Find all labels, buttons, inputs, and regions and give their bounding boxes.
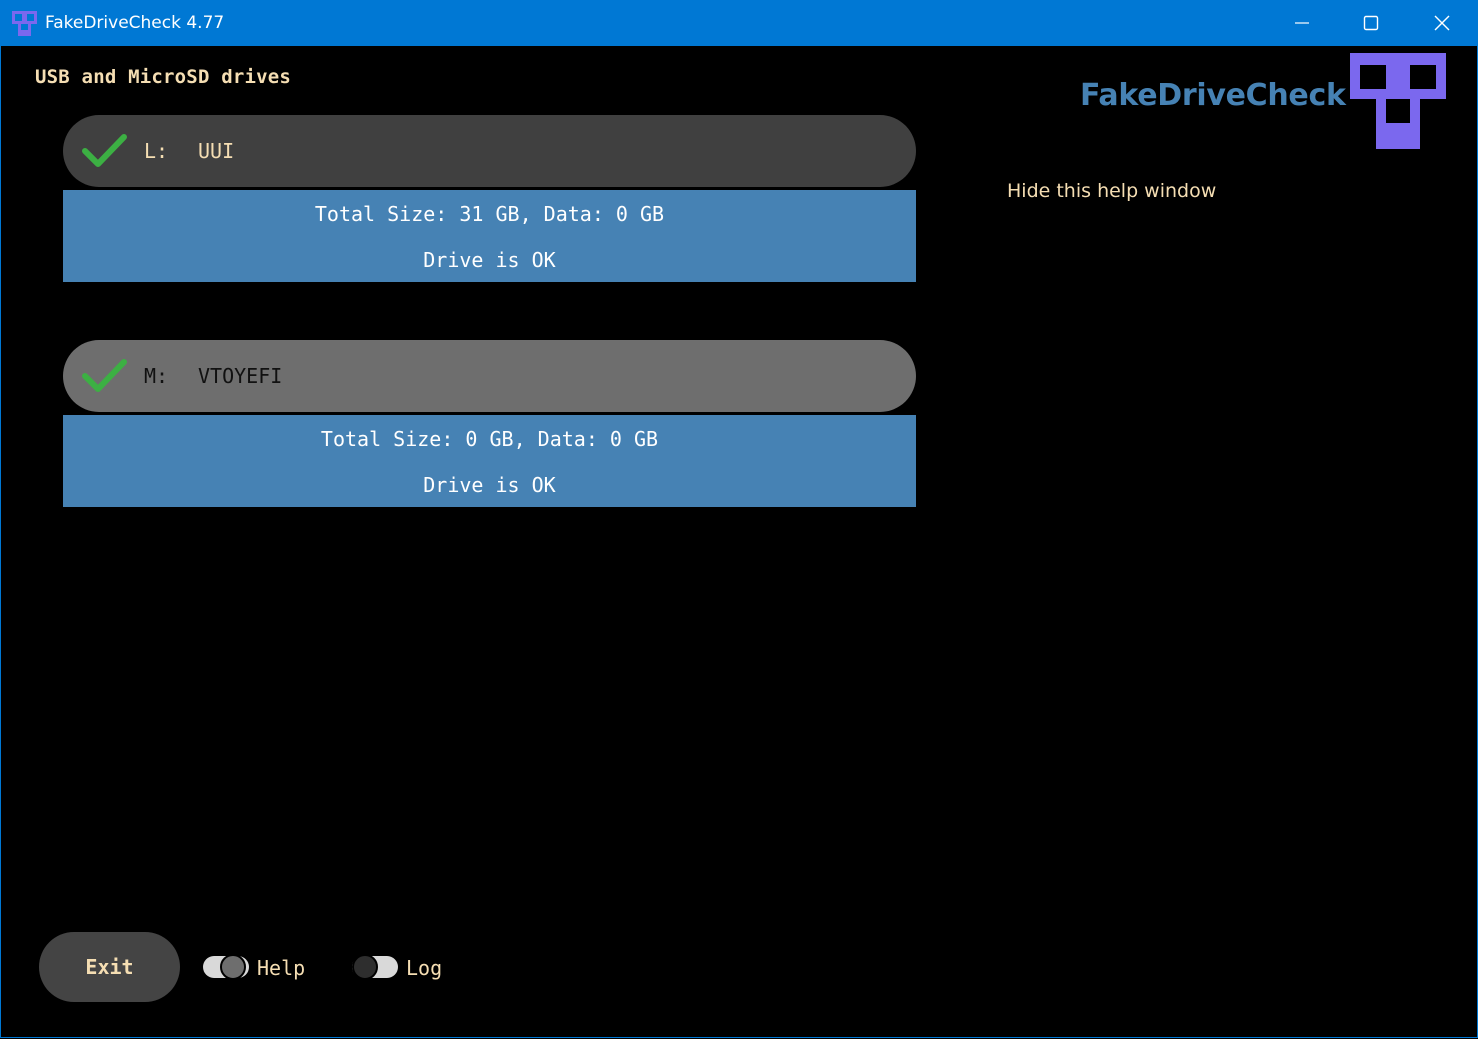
app-logo-icon — [1350, 53, 1446, 149]
close-button[interactable] — [1407, 0, 1477, 46]
toggle-knob — [220, 954, 246, 980]
section-title: USB and MicroSD drives — [35, 66, 292, 88]
drive-info-m: Total Size: 0 GB, Data: 0 GB Drive is OK — [63, 415, 916, 507]
help-toggle-label: Help — [257, 956, 306, 980]
drive-info-l: Total Size: 31 GB, Data: 0 GB Drive is O… — [63, 190, 916, 282]
minimize-icon — [1295, 22, 1309, 24]
maximize-button[interactable] — [1336, 0, 1406, 46]
checkmark-icon — [82, 134, 127, 167]
drive-status: Drive is OK — [423, 473, 556, 497]
help-toggle[interactable] — [203, 954, 249, 980]
log-toggle[interactable] — [352, 954, 398, 980]
exit-button[interactable]: Exit — [39, 932, 180, 1002]
title-bar: FakeDriveCheck 4.77 — [0, 0, 1478, 46]
minimize-button[interactable] — [1267, 0, 1337, 46]
hide-help-link[interactable]: Hide this help window — [1007, 180, 1216, 202]
drive-label: UUI — [198, 139, 235, 163]
checkmark-icon — [82, 359, 127, 392]
drive-letter: M: — [144, 364, 169, 388]
drive-label: VTOYEFI — [198, 364, 283, 388]
drive-summary: Total Size: 31 GB, Data: 0 GB — [314, 202, 665, 226]
window-title: FakeDriveCheck 4.77 — [45, 13, 225, 33]
drive-header-m[interactable]: M: VTOYEFI — [63, 340, 916, 412]
brand-name: FakeDriveCheck — [1080, 78, 1346, 113]
drive-letter: L: — [144, 139, 169, 163]
drive-status: Drive is OK — [423, 248, 556, 272]
app-logo-icon — [12, 11, 37, 36]
drive-summary: Total Size: 0 GB, Data: 0 GB — [320, 427, 659, 451]
close-icon — [1434, 15, 1450, 31]
log-toggle-label: Log — [406, 956, 443, 980]
drive-header-l[interactable]: L: UUI — [63, 115, 916, 187]
maximize-icon — [1363, 15, 1379, 31]
toggle-knob — [352, 954, 378, 980]
